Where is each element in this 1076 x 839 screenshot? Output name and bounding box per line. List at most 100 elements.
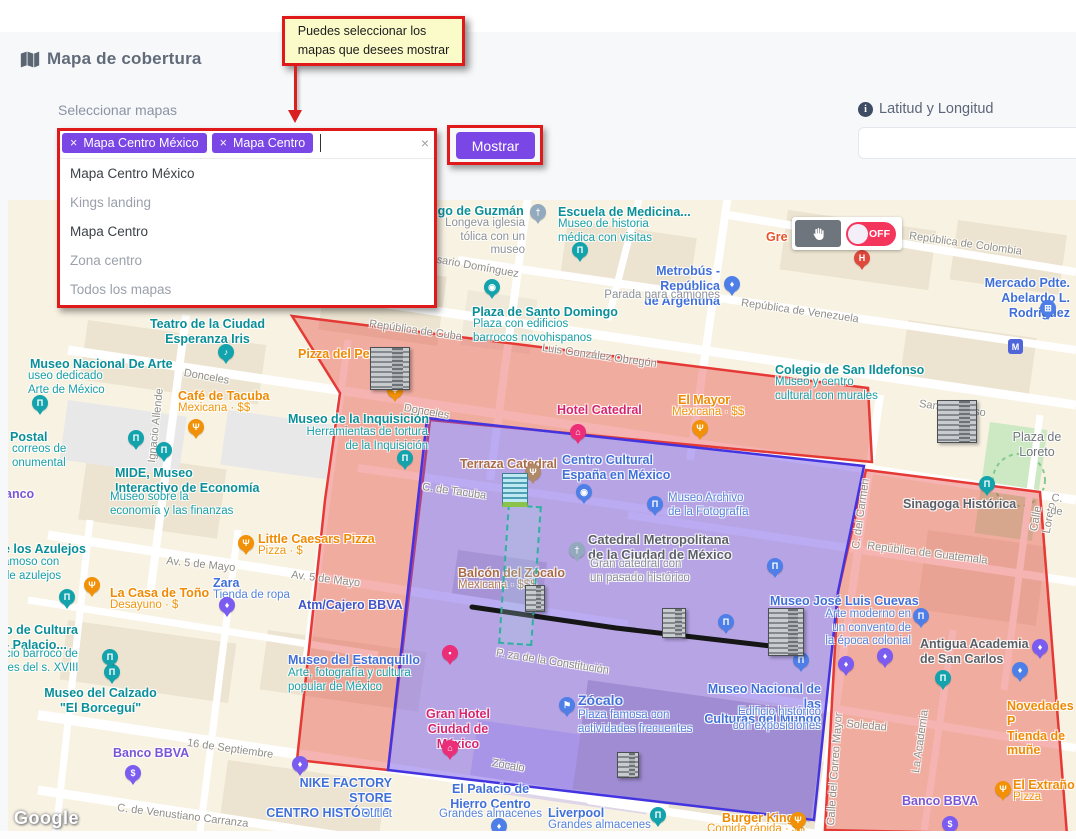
poi-marker[interactable]: Π [572, 242, 588, 258]
building-3d-marker[interactable] [502, 473, 528, 507]
poi-marker-glyph: ♪ [224, 348, 229, 357]
poi-marker[interactable]: $ [942, 816, 958, 831]
poi-marker-tail [446, 659, 454, 665]
map-label: Pizza del Per [298, 347, 374, 362]
poi-marker-tail [223, 611, 231, 617]
poi-marker[interactable]: Ψ [790, 812, 806, 828]
equipment-rack-marker[interactable] [370, 347, 410, 390]
poi-marker-tail [858, 264, 866, 270]
poi-marker[interactable]: ♦ [491, 818, 507, 831]
poi-marker[interactable]: ⚑ [559, 697, 575, 713]
poi-marker-glyph: ♦ [844, 660, 849, 669]
map-label: Pizza · $ [258, 545, 303, 559]
dropdown-option[interactable]: Kings landing [57, 188, 437, 217]
poi-marker-glyph: ♦ [497, 822, 502, 831]
dropdown-option[interactable]: Mapa Centro México [57, 159, 437, 188]
poi-marker[interactable]: ⊞ [1040, 300, 1056, 316]
poi-marker-tail [771, 572, 779, 578]
poi-marker[interactable]: ♦ [877, 648, 893, 664]
poi-marker[interactable]: Π [767, 558, 783, 574]
poi-marker[interactable]: Ψ [238, 535, 254, 551]
map-label: Arte, fotografía y cultura popular de Mé… [288, 667, 411, 694]
poi-marker[interactable]: Ψ [995, 781, 1011, 797]
poi-marker-glyph: † [535, 208, 540, 217]
poi-marker[interactable]: ♦ [219, 597, 235, 613]
metro-station-icon[interactable]: M [1008, 339, 1023, 354]
coverage-toggle[interactable]: OFF [846, 222, 896, 246]
hand-icon [810, 226, 826, 242]
poi-marker[interactable]: Π [718, 614, 734, 630]
poi-marker[interactable]: ⌂ [442, 740, 458, 756]
poi-marker[interactable]: ♪ [218, 344, 234, 360]
dropdown-option[interactable]: Zona centro [57, 246, 437, 275]
equipment-rack-marker[interactable] [617, 752, 639, 778]
poi-marker-tail [654, 821, 662, 827]
multiselect-input-row[interactable]: ×Mapa Centro México×Mapa Centro × [57, 128, 437, 159]
poi-marker[interactable]: † [530, 204, 546, 220]
poi-marker-tail [651, 510, 659, 516]
poi-marker[interactable]: H [854, 250, 870, 266]
poi-marker[interactable]: Π [102, 649, 118, 665]
poi-marker[interactable]: ♦ [1012, 662, 1028, 678]
dropdown-option[interactable]: Todos los mapas [57, 275, 437, 304]
dropdown-options: Mapa Centro MéxicoKings landingMapa Cent… [57, 159, 437, 304]
poi-marker[interactable]: ♦ [724, 276, 740, 292]
poi-marker[interactable]: Ψ [84, 577, 100, 593]
poi-marker[interactable]: Ψ [188, 419, 204, 435]
poi-marker[interactable]: ◉ [576, 484, 592, 500]
poi-marker[interactable]: ⌂ [570, 424, 586, 440]
poi-marker[interactable]: Π [647, 496, 663, 512]
map-icon [20, 51, 40, 68]
equipment-rack-marker[interactable] [662, 608, 686, 638]
poi-marker-tail [797, 666, 805, 672]
selected-tag[interactable]: ×Mapa Centro [212, 133, 314, 153]
map-label: Comida rápida · $$ [707, 823, 805, 831]
equipment-rack-marker[interactable] [525, 585, 545, 612]
map-label: Atm/Cajero BBVA [298, 598, 403, 613]
dropdown-option[interactable]: Mapa Centro [57, 217, 437, 246]
poi-marker[interactable]: $ [125, 765, 141, 781]
map-label: Plaza de Loreto [1003, 430, 1071, 460]
poi-marker-tail [728, 290, 736, 296]
poi-marker[interactable]: Π [32, 395, 48, 411]
remove-tag-icon[interactable]: × [70, 136, 77, 150]
poi-marker[interactable]: ▪ [442, 645, 458, 661]
poi-marker[interactable]: Π [979, 476, 995, 492]
poi-marker-glyph: ⚑ [563, 701, 571, 710]
poi-marker[interactable]: Ψ [692, 420, 708, 436]
equipment-rack-marker[interactable] [937, 400, 977, 443]
poi-marker[interactable]: ♦ [1032, 639, 1048, 655]
map-label: Longeva iglesia tólica con un museo [430, 217, 525, 258]
show-button[interactable]: Mostrar [456, 132, 535, 159]
poi-marker[interactable]: Π [650, 807, 666, 823]
poi-marker[interactable]: ◉ [484, 279, 500, 295]
poi-marker-tail [999, 795, 1007, 801]
poi-marker-glyph: ◉ [488, 283, 496, 292]
poi-marker[interactable]: Π [156, 442, 172, 458]
poi-marker[interactable]: Π [913, 608, 929, 624]
page-title: Mapa de cobertura [47, 49, 202, 69]
equipment-rack-marker[interactable] [768, 608, 804, 656]
map-label: Mexicana · $$ [178, 402, 250, 416]
map-label: Plaza con edificios barrocos novohispano… [473, 318, 592, 345]
pan-hand-button[interactable] [795, 220, 841, 247]
text-caret [320, 134, 321, 152]
poi-marker[interactable]: Π [59, 589, 75, 605]
poi-marker[interactable]: ♦ [292, 756, 308, 772]
remove-tag-icon[interactable]: × [220, 136, 227, 150]
map-label: Antigua Academia de San Carlos [920, 637, 1029, 667]
clear-selection-icon[interactable]: × [421, 135, 429, 151]
poi-marker[interactable]: Π [397, 450, 413, 466]
selected-tag[interactable]: ×Mapa Centro México [62, 133, 207, 153]
map-label: Sinagoga Histórica [903, 497, 1016, 512]
poi-marker[interactable]: ♦ [838, 656, 854, 672]
maps-multiselect[interactable]: ×Mapa Centro México×Mapa Centro × Mapa C… [57, 128, 437, 308]
poi-marker[interactable]: Π [128, 430, 144, 446]
map-label: e los Azulejos [8, 542, 86, 557]
map-label: Arte moderno en un convento de la época … [791, 608, 911, 649]
poi-marker-glyph: Π [107, 653, 114, 662]
poi-marker[interactable]: † [569, 542, 585, 558]
info-icon: i [858, 102, 873, 117]
latlng-input[interactable] [858, 127, 1076, 159]
poi-marker[interactable]: Π [935, 670, 951, 686]
